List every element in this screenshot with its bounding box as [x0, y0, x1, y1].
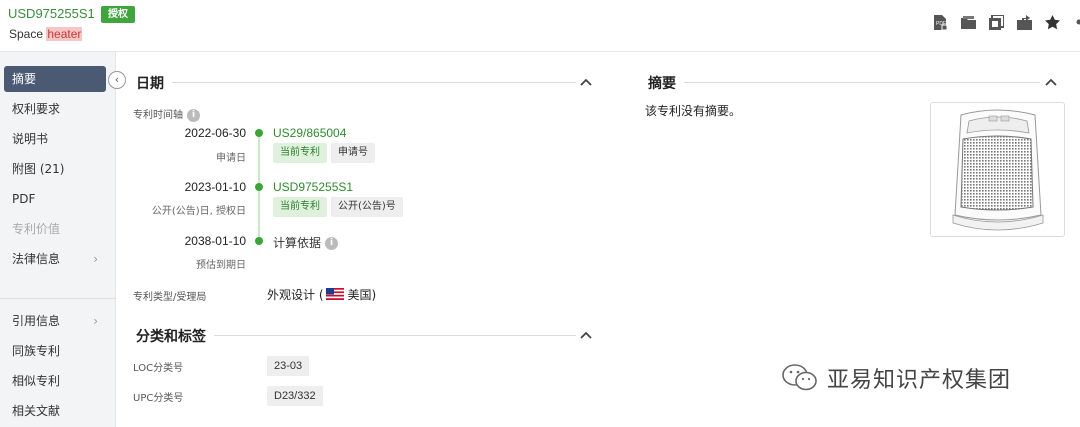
publication-number-tag: 公开(公告)号 — [331, 197, 403, 217]
timeline-date: 2038-01-10 — [184, 234, 246, 248]
timeline-date: 2023-01-10 — [184, 180, 246, 194]
header: USD975255S1 授权 Space heater PDF — [0, 0, 1080, 52]
upc-code[interactable]: D23/332 — [267, 386, 323, 406]
star-icon[interactable] — [1044, 14, 1060, 30]
sidebar-item-label: 相关文献 — [12, 404, 61, 418]
timeline-dot — [255, 183, 263, 191]
timeline-label: 专利时间轴 i — [133, 106, 200, 122]
folder-icon[interactable] — [960, 14, 976, 30]
chevron-up-icon[interactable] — [1045, 77, 1057, 89]
loc-code[interactable]: 23-03 — [267, 356, 310, 376]
share-icon[interactable] — [1072, 14, 1080, 30]
current-patent-tag: 当前专利 — [273, 197, 327, 217]
classification-section-title: 分类和标签 — [136, 326, 214, 346]
header-toolbar: PDF — [920, 14, 1080, 30]
copy-icon[interactable] — [988, 14, 1004, 30]
timeline-date: 2022-06-30 — [184, 126, 246, 140]
collapse-sidebar-button[interactable]: ‹ — [108, 71, 126, 89]
timeline-dot — [255, 237, 263, 245]
section-divider — [136, 82, 576, 83]
sidebar-item-description[interactable]: 说明书 — [4, 126, 106, 152]
sidebar-item-citations[interactable]: 引用信息 › — [4, 308, 106, 334]
sidebar-item-label: 说明书 — [12, 132, 49, 146]
patent-detail-page: USD975255S1 授权 Space heater PDF 摘要 权利要求 … — [0, 0, 1080, 427]
sidebar-item-label: 摘要 — [12, 72, 37, 86]
pdf-icon[interactable]: PDF — [932, 14, 948, 30]
status-badge: 授权 — [101, 6, 135, 23]
sidebar-item-label: 法律信息 — [12, 252, 61, 266]
sidebar-item-label: 同族专利 — [12, 344, 61, 358]
wechat-watermark: 亚易知识产权集团 — [781, 362, 1011, 394]
abstract-text: 该专利没有摘要。 — [645, 104, 742, 118]
upc-label: UPC分类号 — [133, 393, 184, 404]
timeline-date-type: 预估到期日 — [196, 260, 246, 271]
calculation-basis: 计算依据 i — [273, 234, 339, 251]
sidebar-item-abstract[interactable]: 摘要 — [4, 66, 106, 92]
sidebar-item-related-docs[interactable]: 相关文献 — [4, 398, 106, 424]
export-icon[interactable] — [1016, 14, 1032, 30]
timeline-label-text: 专利时间轴 — [133, 110, 183, 121]
sidebar-item-label: 引用信息 — [12, 314, 61, 328]
patent-title: Space heater — [9, 27, 83, 41]
title-highlight: heater — [46, 27, 83, 41]
timeline-date-type: 公开(公告)日, 授权日 — [151, 206, 246, 217]
sidebar-item-drawings[interactable]: 附图 (21) — [4, 156, 106, 182]
info-icon[interactable]: i — [187, 108, 200, 122]
sidebar-item-pdf[interactable]: PDF — [4, 186, 106, 212]
publication-number-link[interactable]: USD975255S1 — [273, 180, 353, 194]
loc-label: LOC分类号 — [133, 363, 184, 374]
patent-type-label: 专利类型/受理局 — [133, 292, 207, 303]
sidebar-item-similar[interactable]: 相似专利 — [4, 368, 106, 394]
abstract-section-title: 摘要 — [648, 73, 684, 93]
watermark-text: 亚易知识产权集团 — [827, 368, 1012, 393]
sidebar-item-legal-info[interactable]: 法律信息 › — [4, 246, 106, 272]
timeline-dot — [255, 129, 263, 137]
wechat-icon — [782, 364, 817, 391]
section-divider — [648, 82, 1040, 83]
space-heater-drawing — [952, 109, 1044, 231]
timeline-date-type: 申请日 — [216, 153, 246, 164]
us-flag-icon — [325, 288, 344, 300]
application-number-link[interactable]: US29/865004 — [273, 126, 346, 140]
patent-number[interactable]: USD975255S1 — [8, 6, 95, 21]
sidebar-item-label: 专利价值 — [12, 222, 61, 236]
patent-office-text: 美国) — [347, 288, 377, 302]
info-icon[interactable]: i — [325, 237, 339, 250]
sidebar-item-patent-value: 专利价值 — [4, 216, 106, 242]
sidebar-item-label: 权利要求 — [12, 102, 61, 116]
title-prefix: Space — [9, 27, 47, 41]
sidebar-divider — [0, 298, 116, 299]
patent-type-value: 外观设计 ( 美国) — [267, 286, 376, 303]
chevron-up-icon[interactable] — [580, 77, 592, 89]
sidebar-item-claims[interactable]: 权利要求 — [4, 96, 106, 122]
patent-type-text: 外观设计 ( — [267, 288, 324, 302]
current-patent-tag: 当前专利 — [273, 143, 327, 163]
chevron-right-icon: › — [93, 314, 98, 328]
calculation-basis-text: 计算依据 — [273, 236, 322, 250]
patent-drawing-thumbnail[interactable] — [930, 102, 1065, 237]
chevron-up-icon[interactable] — [580, 330, 592, 342]
sidebar-item-label: PDF — [12, 192, 36, 206]
application-number-tag: 申请号 — [331, 143, 375, 163]
sidebar-item-label: 相似专利 — [12, 374, 61, 388]
sidebar-item-label: 附图 (21) — [12, 162, 65, 176]
dates-section-title: 日期 — [136, 73, 172, 93]
sidebar-item-family[interactable]: 同族专利 — [4, 338, 106, 364]
